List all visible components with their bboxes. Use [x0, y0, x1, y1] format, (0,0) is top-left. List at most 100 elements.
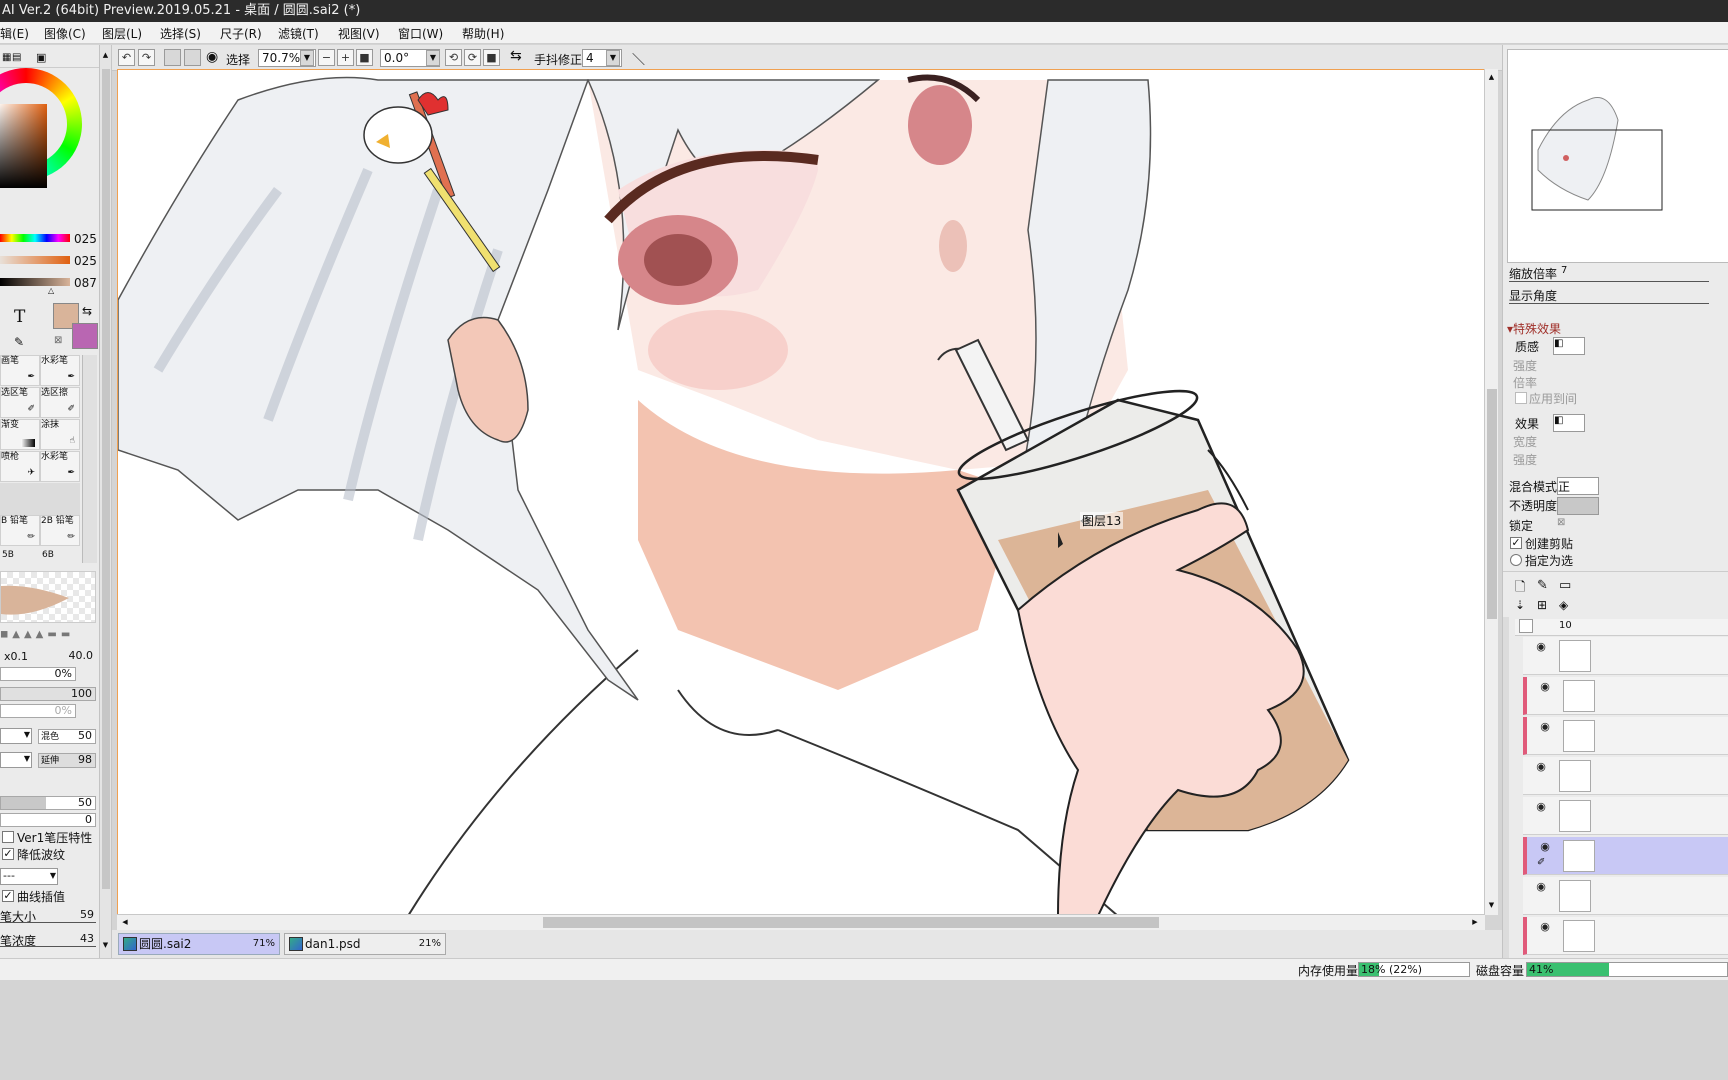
palette-mode-icon[interactable]: ▣ [36, 51, 46, 64]
layer-list-scrollbar[interactable] [1503, 617, 1509, 960]
blend-mode-dropdown[interactable]: 正 [1557, 477, 1599, 495]
transparent-color-icon[interactable]: ⊠ [54, 335, 62, 346]
brush-smudge[interactable]: 涂抹 ☝ [40, 419, 80, 450]
stabilizer-dropdown-icon[interactable]: ▼ [606, 50, 620, 66]
eye-icon[interactable]: ◉ [1537, 841, 1553, 852]
angle-dropdown-icon[interactable]: ▼ [426, 50, 440, 66]
option-dropdown[interactable]: --- ▼ [0, 868, 58, 885]
brush-pencil-b[interactable]: B 铅笔 ✏ [0, 515, 40, 546]
brush-pen[interactable]: 画笔 ✒ [0, 355, 40, 386]
rotate-right-button[interactable]: ⟳ [464, 49, 481, 66]
brush-watercolor-2[interactable]: 水彩笔 ✒ [40, 451, 80, 482]
secondary-color-swatch[interactable] [72, 323, 98, 349]
undo-button[interactable]: ↶ [118, 49, 135, 66]
new-layer-icon[interactable]: 🗋 [1515, 578, 1525, 600]
opacity-slider[interactable] [1557, 497, 1599, 515]
zoom-reset-button[interactable]: ■ [356, 49, 373, 66]
horizontal-scroll-thumb[interactable] [543, 917, 1159, 928]
effect-dropdown[interactable]: ◧ [1553, 414, 1585, 432]
ver1-pressure-checkbox[interactable] [2, 831, 14, 843]
angle-slider[interactable] [1509, 303, 1709, 304]
scroll-down-icon[interactable]: ▼ [101, 941, 110, 951]
layer-row[interactable]: ◉ [1523, 917, 1728, 955]
rotate-left-button[interactable]: ⟲ [445, 49, 462, 66]
vertical-scroll-thumb[interactable] [1487, 389, 1497, 619]
brush-gradient[interactable]: 渐变 [0, 419, 40, 450]
brush-airbrush[interactable]: 喷枪 ✈ [0, 451, 40, 482]
selection-visibility-label[interactable]: 选择 [226, 51, 250, 68]
effects-header[interactable]: ▾特殊效果 [1507, 320, 1561, 337]
size-slider[interactable]: 40.0 [0, 650, 96, 664]
scroll-up-icon[interactable]: ▲ [1486, 71, 1497, 83]
menu-view[interactable]: 视图(V) [338, 25, 380, 42]
clear-layer-icon[interactable]: ◈ [1559, 598, 1568, 612]
eye-icon[interactable]: ◉ [1533, 881, 1549, 892]
zoom-value[interactable]: 7 [1561, 265, 1567, 276]
brush-selection-pen[interactable]: 选区笔 ✐ [0, 387, 40, 418]
new-folder-icon[interactable]: ▭ [1559, 578, 1571, 593]
scroll-left-icon[interactable]: ◀ [119, 917, 131, 928]
doc-tab[interactable]: dan1.psd 21% [284, 933, 446, 955]
menu-ruler[interactable]: 尺子(R) [220, 25, 262, 42]
layer-row[interactable]: ◉ [1523, 637, 1728, 675]
brush-selection-eraser[interactable]: 选区擦 ✐ [40, 387, 80, 418]
layer-row[interactable]: ◉ [1523, 677, 1728, 715]
navigator-preview[interactable] [1507, 49, 1728, 263]
brush-tip-selector[interactable]: ◼▲▲▲▬▬ [0, 629, 96, 643]
flip-horizontal-icon[interactable]: ⇆ [510, 48, 522, 64]
invert-selection-button[interactable] [184, 49, 201, 66]
eye-icon[interactable]: ◉ [1537, 921, 1553, 932]
eye-icon[interactable]: ◉ [1533, 761, 1549, 772]
blending-slider[interactable]: 混色 50 [38, 729, 96, 744]
merge-down-icon[interactable]: ⇣ [1515, 598, 1525, 612]
min-density-slider[interactable]: 0% [0, 704, 76, 718]
doc-tab-active[interactable]: 圆圆.sai2 71% [118, 933, 280, 955]
zoom-in-button[interactable]: + [337, 49, 354, 66]
eye-icon[interactable]: ◉ [1537, 681, 1553, 692]
menu-select[interactable]: 选择(S) [160, 25, 201, 42]
param-a-slider[interactable]: 50 [0, 796, 96, 810]
eye-icon[interactable]: ◉ [206, 49, 218, 65]
persistence-dropdown[interactable]: ▼ [0, 752, 32, 768]
layer-row-selected[interactable]: ◉ ✐ [1523, 837, 1728, 875]
redo-button[interactable]: ↷ [138, 49, 155, 66]
min-size-slider[interactable]: 0% [0, 667, 76, 681]
menu-filter[interactable]: 滤镜(T) [278, 25, 319, 42]
color-wheel-mode-icon[interactable]: ▦ [2, 52, 11, 63]
scroll-down-icon[interactable]: ▼ [1486, 899, 1497, 911]
brush-5b-label[interactable]: 5B [2, 550, 14, 560]
canvas-horizontal-scrollbar[interactable]: ◀ ▶ [117, 914, 1485, 930]
brush-pencil-2b[interactable]: 2B 铅笔 ✏ [40, 515, 80, 546]
zoom-dropdown-icon[interactable]: ▼ [300, 50, 314, 66]
hue-slider[interactable] [0, 234, 70, 242]
layer-row[interactable]: ◉ [1523, 717, 1728, 755]
param-b-slider[interactable]: 0 [0, 813, 96, 827]
saturation-value-square[interactable] [0, 104, 47, 188]
swap-colors-icon[interactable]: ⇆ [82, 304, 92, 318]
saturation-slider[interactable] [0, 256, 70, 264]
folder-checkbox[interactable] [1519, 619, 1533, 633]
pen-density-bar[interactable] [0, 946, 96, 947]
brush-watercolor[interactable]: 水彩笔 ✒ [40, 355, 80, 386]
curve-interp-checkbox[interactable]: ✓ [2, 890, 14, 902]
menu-window[interactable]: 窗口(W) [398, 25, 443, 42]
canvas-vertical-scrollbar[interactable]: ▲ ▼ [1484, 69, 1498, 915]
left-scroll-thumb[interactable] [102, 69, 110, 889]
layer-folder-row[interactable]: 10 [1515, 619, 1728, 636]
menu-layer[interactable]: 图层(L) [102, 25, 142, 42]
density-slider[interactable]: 100 [0, 687, 96, 701]
menu-image[interactable]: 图像(C) [44, 25, 86, 42]
lock-icon[interactable]: ⊠ [1557, 517, 1565, 528]
zoom-slider[interactable] [1509, 281, 1709, 282]
straight-line-icon[interactable]: ＼ [632, 49, 645, 68]
rotate-reset-button[interactable]: ■ [483, 49, 500, 66]
deselect-button[interactable] [164, 49, 181, 66]
scroll-right-icon[interactable]: ▶ [1469, 917, 1481, 928]
scroll-up-icon[interactable]: ▲ [101, 51, 110, 61]
eye-icon[interactable]: ◉ [1533, 801, 1549, 812]
layer-row[interactable]: ◉ [1523, 797, 1728, 835]
eye-icon[interactable]: ◉ [1533, 641, 1549, 652]
rgb-slider-mode-icon[interactable]: ▤ [12, 52, 21, 63]
new-linework-layer-icon[interactable]: ✎ [1537, 578, 1548, 593]
menu-edit[interactable]: 辑(E) [0, 25, 29, 42]
